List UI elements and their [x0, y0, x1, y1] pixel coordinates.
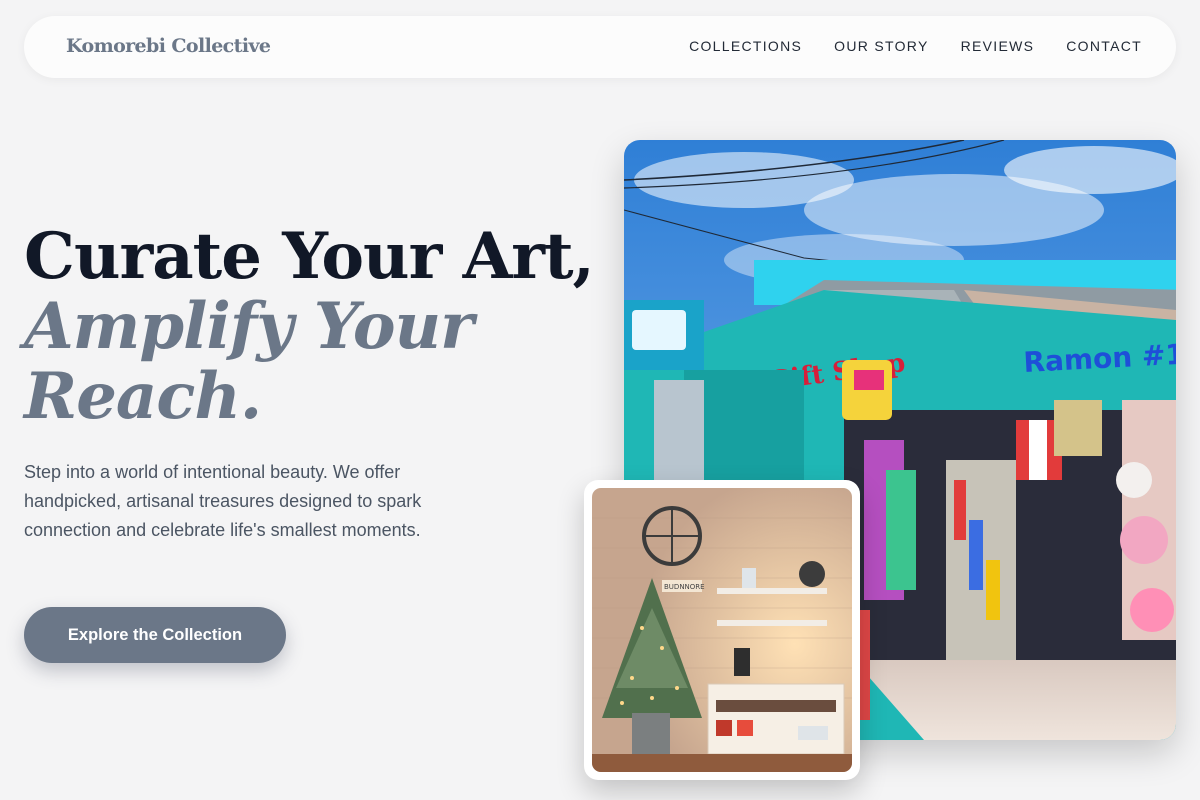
nav-link-contact[interactable]: CONTACT — [1066, 38, 1142, 54]
hero-title-line2: Amplify Your Reach. — [24, 289, 474, 434]
brand-logo[interactable]: Komorebi Collective — [66, 35, 271, 57]
hero-description: Step into a world of intentional beauty.… — [24, 462, 422, 540]
nav-link-reviews[interactable]: REVIEWS — [961, 38, 1035, 54]
interior-sign-text: BUDNNORE — [664, 583, 705, 591]
top-navbar: Komorebi Collective COLLECTIONS OUR STOR… — [24, 16, 1176, 78]
explore-collection-button[interactable]: Explore the Collection — [24, 607, 286, 663]
inset-image-interior: BUDNNORE — [592, 488, 852, 772]
hero-title: Curate Your Art, Amplify Your Reach. — [24, 219, 595, 434]
nav-links: COLLECTIONS OUR STORY REVIEWS CONTACT — [689, 38, 1142, 54]
nav-link-our-story[interactable]: OUR STORY — [834, 38, 928, 54]
hero-title-line1: Curate Your Art, — [24, 219, 595, 294]
nav-link-collections[interactable]: COLLECTIONS — [689, 38, 802, 54]
inset-image-frame: BUDNNORE — [584, 480, 860, 780]
